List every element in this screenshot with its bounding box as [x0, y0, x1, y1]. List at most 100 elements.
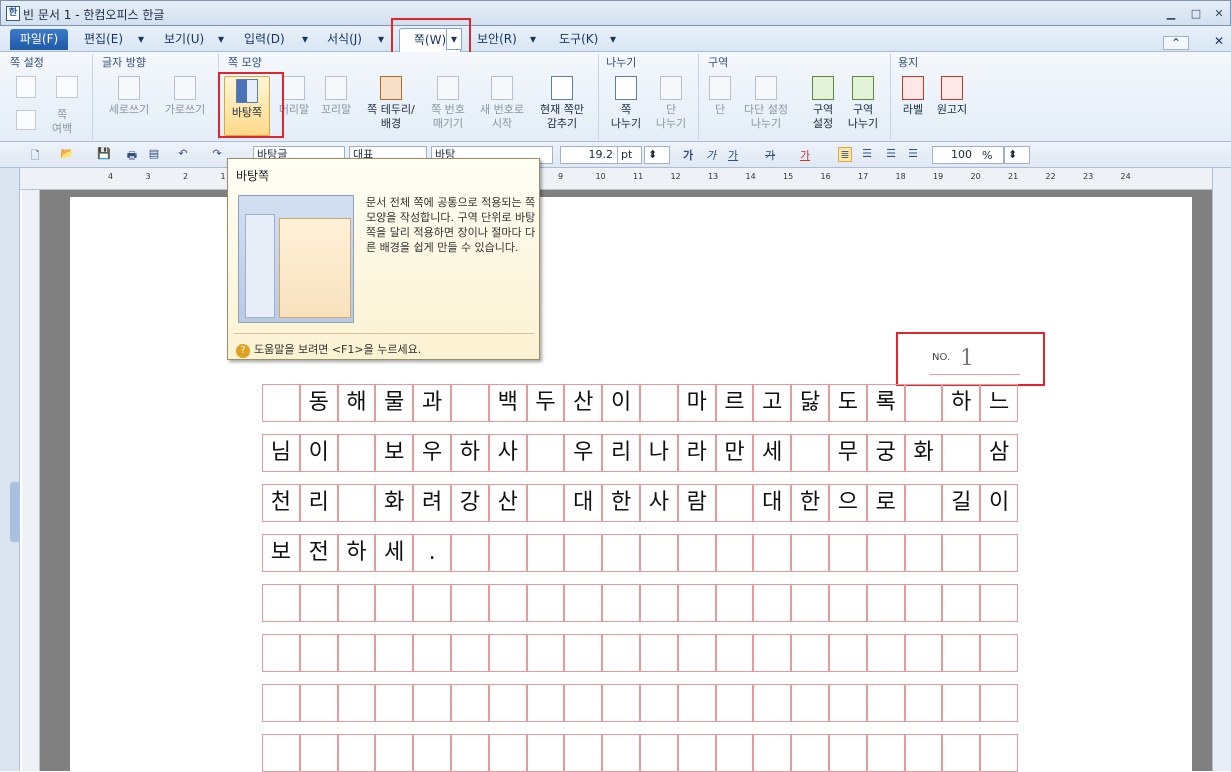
manuscript-cell[interactable]: 님: [262, 434, 300, 472]
manuscript-cell[interactable]: [791, 584, 829, 622]
manuscript-cell[interactable]: [980, 584, 1018, 622]
manuscript-cell[interactable]: 우: [564, 434, 603, 472]
vertical-ruler[interactable]: [22, 190, 40, 771]
manuscript-cell[interactable]: [866, 534, 905, 572]
manuscript-cell[interactable]: [337, 734, 376, 772]
manuscript-cell[interactable]: [791, 684, 829, 722]
new-document-icon[interactable]: 🗋: [28, 147, 42, 162]
manuscript-cell[interactable]: [262, 584, 300, 622]
manuscript-cell[interactable]: 길: [942, 484, 981, 522]
collapse-ribbon-icon[interactable]: ⌃: [1163, 36, 1189, 50]
redo-icon[interactable]: ↷: [210, 147, 224, 162]
close-doc-icon[interactable]: ✕: [1210, 34, 1228, 54]
manuscript-cell[interactable]: 르: [715, 384, 754, 422]
manuscript-cell[interactable]: [640, 384, 678, 422]
manuscript-cell[interactable]: [677, 584, 716, 622]
manuscript-cell[interactable]: [753, 684, 792, 722]
manuscript-cell[interactable]: 사: [640, 484, 678, 522]
manuscript-cell[interactable]: [942, 634, 981, 672]
manuscript-cell[interactable]: [640, 734, 678, 772]
manuscript-cell[interactable]: [753, 534, 792, 572]
manuscript-cell[interactable]: [375, 634, 414, 672]
manuscript-cell[interactable]: [299, 684, 338, 722]
manuscript-cell[interactable]: [526, 734, 565, 772]
manuscript-cell[interactable]: [262, 384, 300, 422]
manuscript-cell[interactable]: [715, 734, 754, 772]
manuscript-cell[interactable]: [375, 684, 414, 722]
manuscript-cell[interactable]: [829, 684, 867, 722]
manuscript-cell[interactable]: .: [413, 534, 451, 572]
manuscript-cell[interactable]: 대: [564, 484, 603, 522]
page-margin-button[interactable]: 쪽 여백: [44, 108, 80, 136]
manuscript-cell[interactable]: [980, 734, 1018, 772]
section-break-button[interactable]: 구역 나누기: [844, 76, 882, 131]
manuscript-cell[interactable]: [602, 684, 640, 722]
manuscript-cell[interactable]: [526, 634, 565, 672]
chevron-down-icon[interactable]: ▾: [298, 29, 312, 49]
manuscript-cell[interactable]: [942, 684, 981, 722]
manuscript-cell[interactable]: [564, 684, 603, 722]
horizontal-ruler[interactable]: 4321123456789101112131415161718192021222…: [20, 168, 1212, 190]
preview-icon[interactable]: ▤: [147, 147, 161, 162]
bold-button[interactable]: 가: [681, 147, 695, 162]
manuscript-cell[interactable]: [602, 584, 640, 622]
strike-button[interactable]: 가: [763, 147, 777, 162]
hide-current-page-button[interactable]: 현재 쪽만 감추기: [532, 76, 592, 131]
manuscript-grid[interactable]: 동해물과백두산이마르고닳도록하느님이보우하사우리나라만세무궁화삼천리화려강산대한…: [262, 384, 1018, 772]
manuscript-cell[interactable]: 로: [866, 484, 905, 522]
manuscript-cell[interactable]: 천: [262, 484, 300, 522]
manuscript-cell[interactable]: 하: [337, 534, 376, 572]
manuscript-cell[interactable]: 하: [942, 384, 981, 422]
page-setup-icon[interactable]: [16, 76, 36, 98]
manuscript-cell[interactable]: [866, 584, 905, 622]
manuscript-cell[interactable]: 물: [375, 384, 414, 422]
manuscript-cell[interactable]: [526, 484, 565, 522]
manuscript-cell[interactable]: [980, 684, 1018, 722]
manuscript-cell[interactable]: 리: [602, 434, 640, 472]
manuscript-cell[interactable]: [904, 384, 943, 422]
manuscript-cell[interactable]: 이: [299, 434, 338, 472]
manuscript-cell[interactable]: 동: [299, 384, 338, 422]
manuscript-cell[interactable]: [488, 634, 527, 672]
manuscript-cell[interactable]: 산: [564, 384, 603, 422]
maximize-icon[interactable]: □: [1188, 7, 1204, 21]
align-center-icon[interactable]: ☰: [884, 147, 898, 162]
manuscript-cell[interactable]: [942, 734, 981, 772]
manuscript-cell[interactable]: 만: [715, 434, 754, 472]
manuscript-cell[interactable]: [904, 634, 943, 672]
manuscript-cell[interactable]: [451, 734, 489, 772]
manuscript-cell[interactable]: 보: [262, 534, 300, 572]
manuscript-cell[interactable]: [602, 634, 640, 672]
manuscript-button[interactable]: 원고지: [932, 76, 972, 117]
manuscript-cell[interactable]: 이: [980, 484, 1018, 522]
manuscript-cell[interactable]: 산: [488, 484, 527, 522]
align-right-icon[interactable]: ☰: [906, 147, 920, 162]
label-button[interactable]: 라벨: [896, 76, 930, 117]
manuscript-cell[interactable]: [337, 434, 376, 472]
manuscript-cell[interactable]: 으: [829, 484, 867, 522]
manuscript-cell[interactable]: [488, 584, 527, 622]
font-size-stepper[interactable]: ⬍: [644, 146, 670, 164]
manuscript-cell[interactable]: [564, 584, 603, 622]
manuscript-cell[interactable]: [602, 534, 640, 572]
manuscript-cell[interactable]: [715, 584, 754, 622]
manuscript-cell[interactable]: [942, 534, 981, 572]
manuscript-cell[interactable]: 이: [602, 384, 640, 422]
footer-button[interactable]: 꼬리말: [316, 76, 356, 117]
manuscript-cell[interactable]: 라: [677, 434, 716, 472]
manuscript-cell[interactable]: 화: [904, 434, 943, 472]
menu-format[interactable]: 서식(J): [323, 29, 366, 49]
manuscript-cell[interactable]: 대: [753, 484, 792, 522]
menu-tools[interactable]: 도구(K): [555, 29, 602, 49]
manuscript-cell[interactable]: 사: [488, 434, 527, 472]
manuscript-cell[interactable]: [640, 684, 678, 722]
manuscript-cell[interactable]: [791, 534, 829, 572]
manuscript-cell[interactable]: [980, 634, 1018, 672]
manuscript-cell[interactable]: 세: [375, 534, 414, 572]
manuscript-cell[interactable]: [677, 534, 716, 572]
chevron-down-icon[interactable]: ▾: [374, 29, 388, 49]
manuscript-cell[interactable]: [526, 534, 565, 572]
manuscript-cell[interactable]: [451, 384, 489, 422]
manuscript-cell[interactable]: 람: [677, 484, 716, 522]
manuscript-cell[interactable]: 세: [753, 434, 792, 472]
